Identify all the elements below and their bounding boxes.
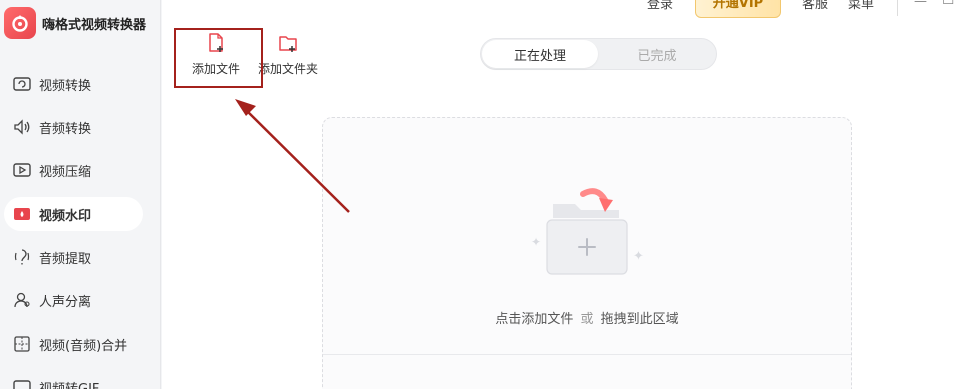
sidebar-item-label: 视频转换	[39, 78, 92, 94]
minimize-icon[interactable]: —	[914, 0, 927, 9]
svg-text:✦: ✦	[531, 235, 541, 249]
menu-button[interactable]: 菜单	[848, 0, 874, 12]
app-title: 嗨格式视频转换器	[42, 17, 147, 33]
app-logo-icon	[4, 7, 36, 39]
sidebar-item-label: 人声分离	[39, 294, 92, 310]
main-panel: 登录 开通VIP 客服 菜单 — ▭ 添加文件 添加文件夹 正在处理 已完成 ✦…	[162, 0, 954, 389]
maximize-icon[interactable]: ▭	[942, 0, 954, 9]
folder-upload-icon: ✦ ✦	[531, 188, 644, 275]
tab-done[interactable]: 已完成	[599, 40, 715, 68]
drop-zone[interactable]: ✦ ✦ 点击添加文件 或 拖拽到此区域	[322, 117, 852, 389]
drop-zone-hint: 点击添加文件 或 拖拽到此区域	[323, 308, 851, 327]
sidebar-item-video-compress[interactable]: 视频压缩	[4, 153, 143, 187]
customer-service-button[interactable]: 客服	[802, 0, 828, 12]
sidebar-item-audio-extract[interactable]: 音频提取	[4, 240, 143, 274]
gif-icon	[12, 377, 32, 389]
sidebar: 嗨格式视频转换器 视频转换 音频转换 视频压缩 视频水印 音频提取 人声分离 视…	[0, 0, 161, 389]
watermark-icon	[12, 204, 32, 224]
sidebar-item-label: 视频压缩	[39, 164, 92, 180]
drop-zone-hint-click[interactable]: 点击添加文件	[495, 312, 573, 327]
add-folder-icon	[279, 36, 297, 52]
sidebar-item-video-convert[interactable]: 视频转换	[4, 67, 143, 101]
video-compress-icon	[12, 160, 32, 180]
tab-processing[interactable]: 正在处理	[482, 40, 598, 68]
sidebar-item-vocal-separation[interactable]: 人声分离	[4, 283, 143, 317]
sidebar-item-audio-convert[interactable]: 音频转换	[4, 110, 143, 144]
add-folder-label: 添加文件夹	[257, 62, 318, 76]
svg-text:✦: ✦	[633, 249, 644, 264]
sidebar-item-video-to-gif[interactable]: 视频转GIF	[4, 370, 143, 389]
merge-icon	[12, 334, 32, 354]
highlight-box	[174, 28, 263, 88]
sidebar-item-label: 视频水印	[39, 208, 92, 224]
topbar-divider	[897, 0, 898, 16]
sidebar-item-label: 视频(音频)合并	[39, 338, 128, 354]
sidebar-item-merge[interactable]: 视频(音频)合并	[4, 327, 143, 361]
sidebar-item-label: 音频提取	[39, 251, 92, 267]
audio-extract-icon	[12, 247, 32, 267]
vip-button[interactable]: 开通VIP	[695, 0, 781, 18]
app-brand: 嗨格式视频转换器	[4, 7, 146, 39]
status-tabs: 正在处理 已完成	[480, 38, 717, 70]
drop-zone-hint-drag: 拖拽到此区域	[600, 312, 679, 327]
drop-zone-hint-or: 或	[580, 312, 594, 327]
sidebar-item-label: 音频转换	[39, 121, 92, 137]
drop-zone-divider	[323, 354, 851, 355]
sidebar-item-video-watermark[interactable]: 视频水印	[4, 197, 143, 231]
speaker-icon	[12, 117, 32, 137]
video-convert-icon	[12, 74, 32, 94]
sidebar-item-label: 视频转GIF	[39, 381, 100, 389]
login-link[interactable]: 登录	[647, 0, 673, 12]
person-voice-icon	[12, 290, 32, 310]
